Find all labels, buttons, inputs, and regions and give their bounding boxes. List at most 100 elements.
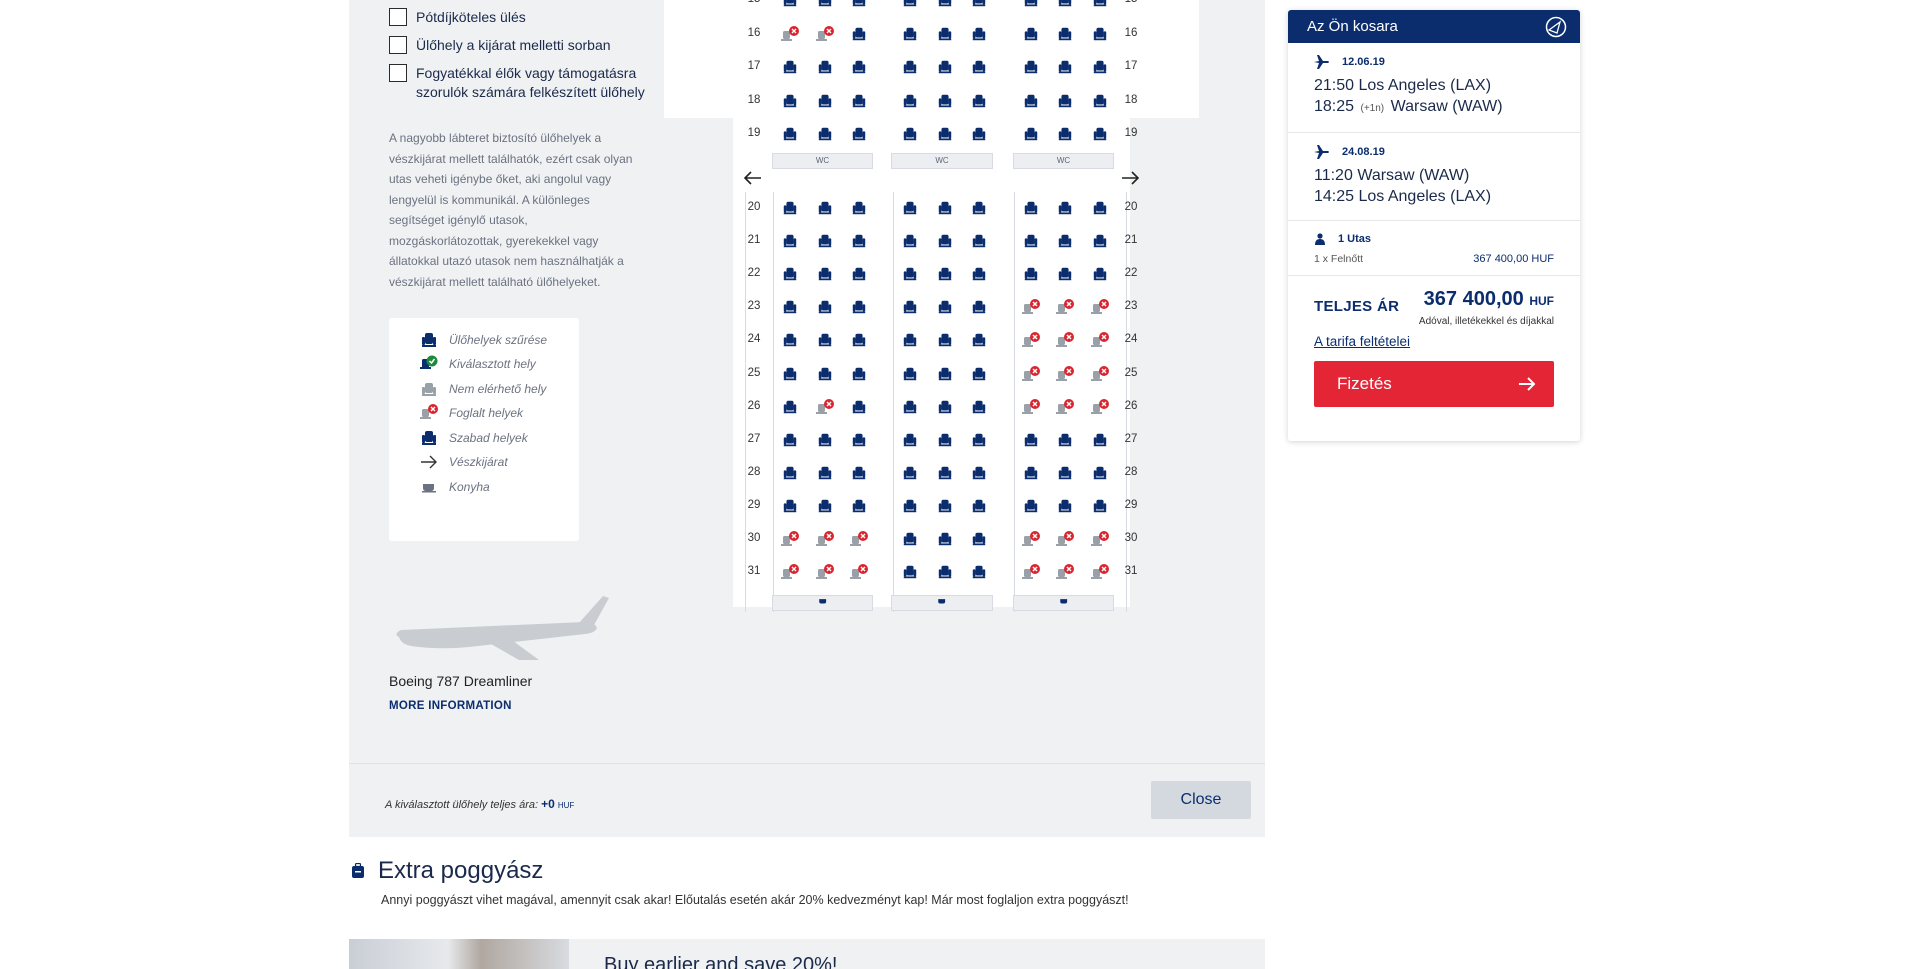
available-seat[interactable] bbox=[780, 330, 800, 350]
available-seat[interactable] bbox=[935, 562, 955, 582]
available-seat[interactable] bbox=[849, 364, 869, 384]
filter-accessible-seat[interactable]: Fogyatékkal élők vagy támogatásra szorul… bbox=[389, 64, 649, 102]
available-seat[interactable] bbox=[1055, 496, 1075, 516]
available-seat[interactable] bbox=[900, 529, 920, 549]
available-seat[interactable] bbox=[1090, 264, 1110, 284]
available-seat[interactable] bbox=[969, 397, 989, 417]
available-seat[interactable] bbox=[969, 364, 989, 384]
available-seat[interactable] bbox=[815, 463, 835, 483]
available-seat[interactable] bbox=[1021, 430, 1041, 450]
available-seat[interactable] bbox=[1090, 124, 1110, 144]
available-seat[interactable] bbox=[815, 330, 835, 350]
available-seat[interactable] bbox=[1021, 198, 1041, 218]
close-button[interactable]: Close bbox=[1151, 781, 1251, 819]
available-seat[interactable] bbox=[815, 124, 835, 144]
available-seat[interactable] bbox=[935, 364, 955, 384]
available-seat[interactable] bbox=[969, 529, 989, 549]
available-seat[interactable] bbox=[1055, 57, 1075, 77]
available-seat[interactable] bbox=[1090, 24, 1110, 44]
available-seat[interactable] bbox=[969, 0, 989, 10]
available-seat[interactable] bbox=[815, 496, 835, 516]
available-seat[interactable] bbox=[935, 0, 955, 10]
available-seat[interactable] bbox=[935, 57, 955, 77]
available-seat[interactable] bbox=[849, 0, 869, 10]
available-seat[interactable] bbox=[1055, 198, 1075, 218]
available-seat[interactable] bbox=[900, 463, 920, 483]
available-seat[interactable] bbox=[1055, 264, 1075, 284]
available-seat[interactable] bbox=[1055, 124, 1075, 144]
filter-surcharge-seat[interactable]: Pótdíjköteles ülés bbox=[389, 8, 649, 27]
available-seat[interactable] bbox=[780, 463, 800, 483]
available-seat[interactable] bbox=[1021, 57, 1041, 77]
available-seat[interactable] bbox=[969, 24, 989, 44]
available-seat[interactable] bbox=[969, 330, 989, 350]
available-seat[interactable] bbox=[1021, 124, 1041, 144]
available-seat[interactable] bbox=[780, 91, 800, 111]
available-seat[interactable] bbox=[1055, 231, 1075, 251]
available-seat[interactable] bbox=[969, 231, 989, 251]
available-seat[interactable] bbox=[900, 430, 920, 450]
available-seat[interactable] bbox=[849, 91, 869, 111]
available-seat[interactable] bbox=[1090, 0, 1110, 10]
available-seat[interactable] bbox=[849, 57, 869, 77]
payment-button[interactable]: Fizetés bbox=[1314, 361, 1554, 407]
available-seat[interactable] bbox=[1055, 24, 1075, 44]
available-seat[interactable] bbox=[1021, 91, 1041, 111]
available-seat[interactable] bbox=[935, 397, 955, 417]
available-seat[interactable] bbox=[780, 124, 800, 144]
available-seat[interactable] bbox=[1021, 496, 1041, 516]
available-seat[interactable] bbox=[1090, 91, 1110, 111]
available-seat[interactable] bbox=[969, 496, 989, 516]
available-seat[interactable] bbox=[780, 57, 800, 77]
filter-accessible-checkbox[interactable] bbox=[389, 64, 407, 82]
available-seat[interactable] bbox=[935, 463, 955, 483]
available-seat[interactable] bbox=[900, 264, 920, 284]
available-seat[interactable] bbox=[935, 496, 955, 516]
available-seat[interactable] bbox=[1055, 0, 1075, 10]
available-seat[interactable] bbox=[900, 397, 920, 417]
available-seat[interactable] bbox=[1055, 430, 1075, 450]
available-seat[interactable] bbox=[900, 57, 920, 77]
available-seat[interactable] bbox=[935, 330, 955, 350]
available-seat[interactable] bbox=[969, 463, 989, 483]
available-seat[interactable] bbox=[900, 297, 920, 317]
available-seat[interactable] bbox=[900, 124, 920, 144]
available-seat[interactable] bbox=[969, 562, 989, 582]
available-seat[interactable] bbox=[1090, 57, 1110, 77]
available-seat[interactable] bbox=[969, 430, 989, 450]
available-seat[interactable] bbox=[780, 496, 800, 516]
available-seat[interactable] bbox=[900, 231, 920, 251]
available-seat[interactable] bbox=[935, 297, 955, 317]
baggage-promo-banner[interactable]: Buy earlier and save 20%! bbox=[349, 939, 1265, 969]
available-seat[interactable] bbox=[1055, 463, 1075, 483]
available-seat[interactable] bbox=[935, 231, 955, 251]
filter-exit-row-checkbox[interactable] bbox=[389, 36, 407, 54]
available-seat[interactable] bbox=[849, 24, 869, 44]
available-seat[interactable] bbox=[1021, 24, 1041, 44]
available-seat[interactable] bbox=[1021, 463, 1041, 483]
available-seat[interactable] bbox=[935, 124, 955, 144]
available-seat[interactable] bbox=[849, 231, 869, 251]
available-seat[interactable] bbox=[780, 264, 800, 284]
available-seat[interactable] bbox=[900, 496, 920, 516]
available-seat[interactable] bbox=[849, 264, 869, 284]
available-seat[interactable] bbox=[815, 198, 835, 218]
available-seat[interactable] bbox=[849, 330, 869, 350]
available-seat[interactable] bbox=[849, 430, 869, 450]
available-seat[interactable] bbox=[900, 330, 920, 350]
available-seat[interactable] bbox=[780, 297, 800, 317]
available-seat[interactable] bbox=[1021, 264, 1041, 284]
available-seat[interactable] bbox=[969, 264, 989, 284]
available-seat[interactable] bbox=[935, 198, 955, 218]
available-seat[interactable] bbox=[969, 91, 989, 111]
available-seat[interactable] bbox=[849, 124, 869, 144]
available-seat[interactable] bbox=[780, 364, 800, 384]
available-seat[interactable] bbox=[900, 198, 920, 218]
available-seat[interactable] bbox=[900, 0, 920, 10]
available-seat[interactable] bbox=[815, 57, 835, 77]
filter-surcharge-checkbox[interactable] bbox=[389, 8, 407, 26]
available-seat[interactable] bbox=[969, 297, 989, 317]
available-seat[interactable] bbox=[1021, 0, 1041, 10]
available-seat[interactable] bbox=[935, 91, 955, 111]
available-seat[interactable] bbox=[935, 529, 955, 549]
